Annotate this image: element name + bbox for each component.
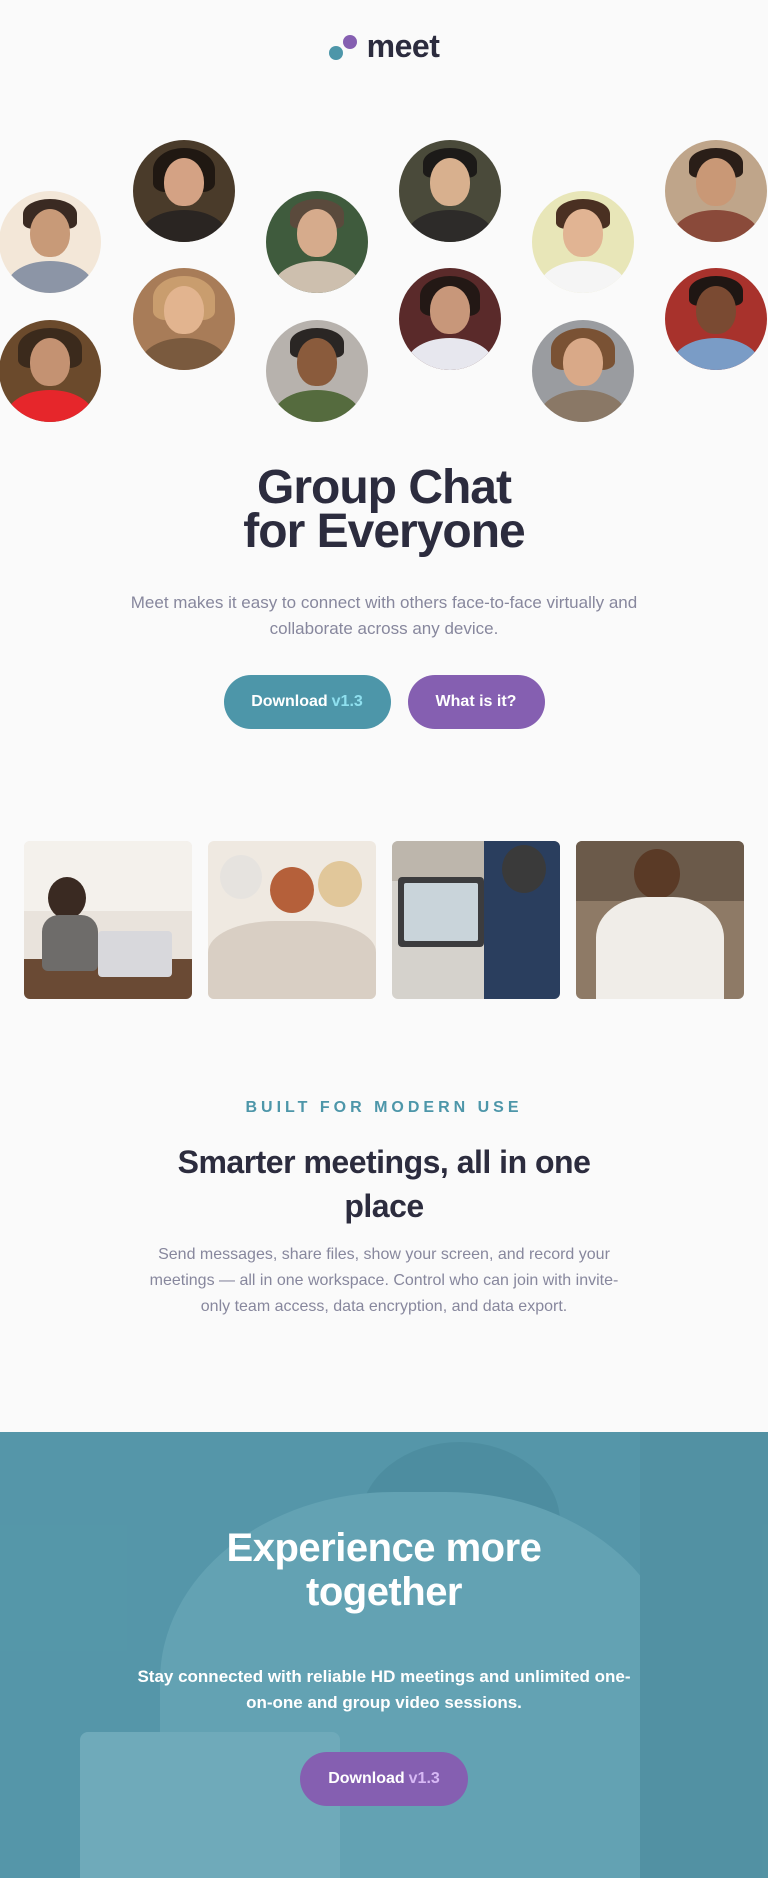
what-is-it-button[interactable]: What is it?	[407, 675, 545, 729]
cta-overlay	[0, 1432, 768, 1878]
features-title: Smarter meetings, all in one place	[177, 1144, 591, 1224]
avatar-photo	[399, 268, 501, 370]
download-version: v1.3	[331, 693, 363, 710]
avatar-photo	[0, 191, 101, 293]
hero-title: Group Chat for Everyone	[0, 464, 768, 556]
avatar-photo	[133, 140, 235, 242]
hero-buttons: Download v1.3 What is it?	[0, 675, 768, 729]
avatar-photo	[665, 268, 767, 370]
avatar-collage	[0, 0, 768, 430]
avatar-photo	[532, 191, 634, 293]
cta-description: Stay connected with reliable HD meetings…	[137, 1667, 631, 1712]
cta-download-button[interactable]: Download v1.3	[300, 1752, 468, 1806]
photo-women-phone	[208, 841, 376, 999]
avatar-photo	[266, 191, 368, 293]
photo-video-call	[392, 841, 560, 999]
avatar-photo	[665, 140, 767, 242]
hero-title-line2: for Everyone	[243, 505, 525, 558]
avatar-photo	[399, 140, 501, 242]
photo-strip	[24, 841, 744, 999]
cta-title-line1: Experience more	[226, 1526, 542, 1570]
photo-man-phone	[576, 841, 744, 999]
cta-title-line2: together	[306, 1570, 463, 1614]
cta-download-label: Download	[328, 1770, 405, 1787]
cta-section: Experience more together Stay connected …	[0, 1432, 768, 1878]
hero-description: Meet makes it easy to connect with other…	[130, 593, 638, 638]
cta-download-version: v1.3	[408, 1770, 440, 1787]
photo-woman-laptop	[24, 841, 192, 999]
download-button-label: Download	[251, 693, 328, 710]
download-button[interactable]: Download v1.3	[223, 675, 391, 729]
avatar-photo	[266, 320, 368, 422]
avatar-photo	[0, 320, 101, 422]
cta-button-wrap: Download v1.3	[0, 1752, 768, 1806]
avatar-photo	[532, 320, 634, 422]
cta-title: Experience more together	[0, 1526, 768, 1614]
avatar-photo	[133, 268, 235, 370]
features-description: Send messages, share files, show your sc…	[149, 1246, 619, 1315]
features-eyebrow: BUILT FOR MODERN USE	[245, 1099, 523, 1116]
